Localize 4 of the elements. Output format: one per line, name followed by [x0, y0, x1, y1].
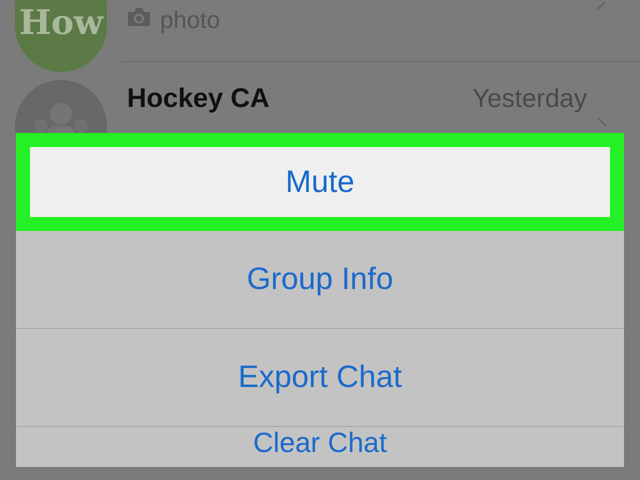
avatar-text: How — [18, 6, 104, 40]
action-sheet-item[interactable]: Mute — [16, 133, 624, 231]
camera-icon — [126, 7, 152, 27]
chat-name: Hockey CA — [127, 82, 270, 115]
